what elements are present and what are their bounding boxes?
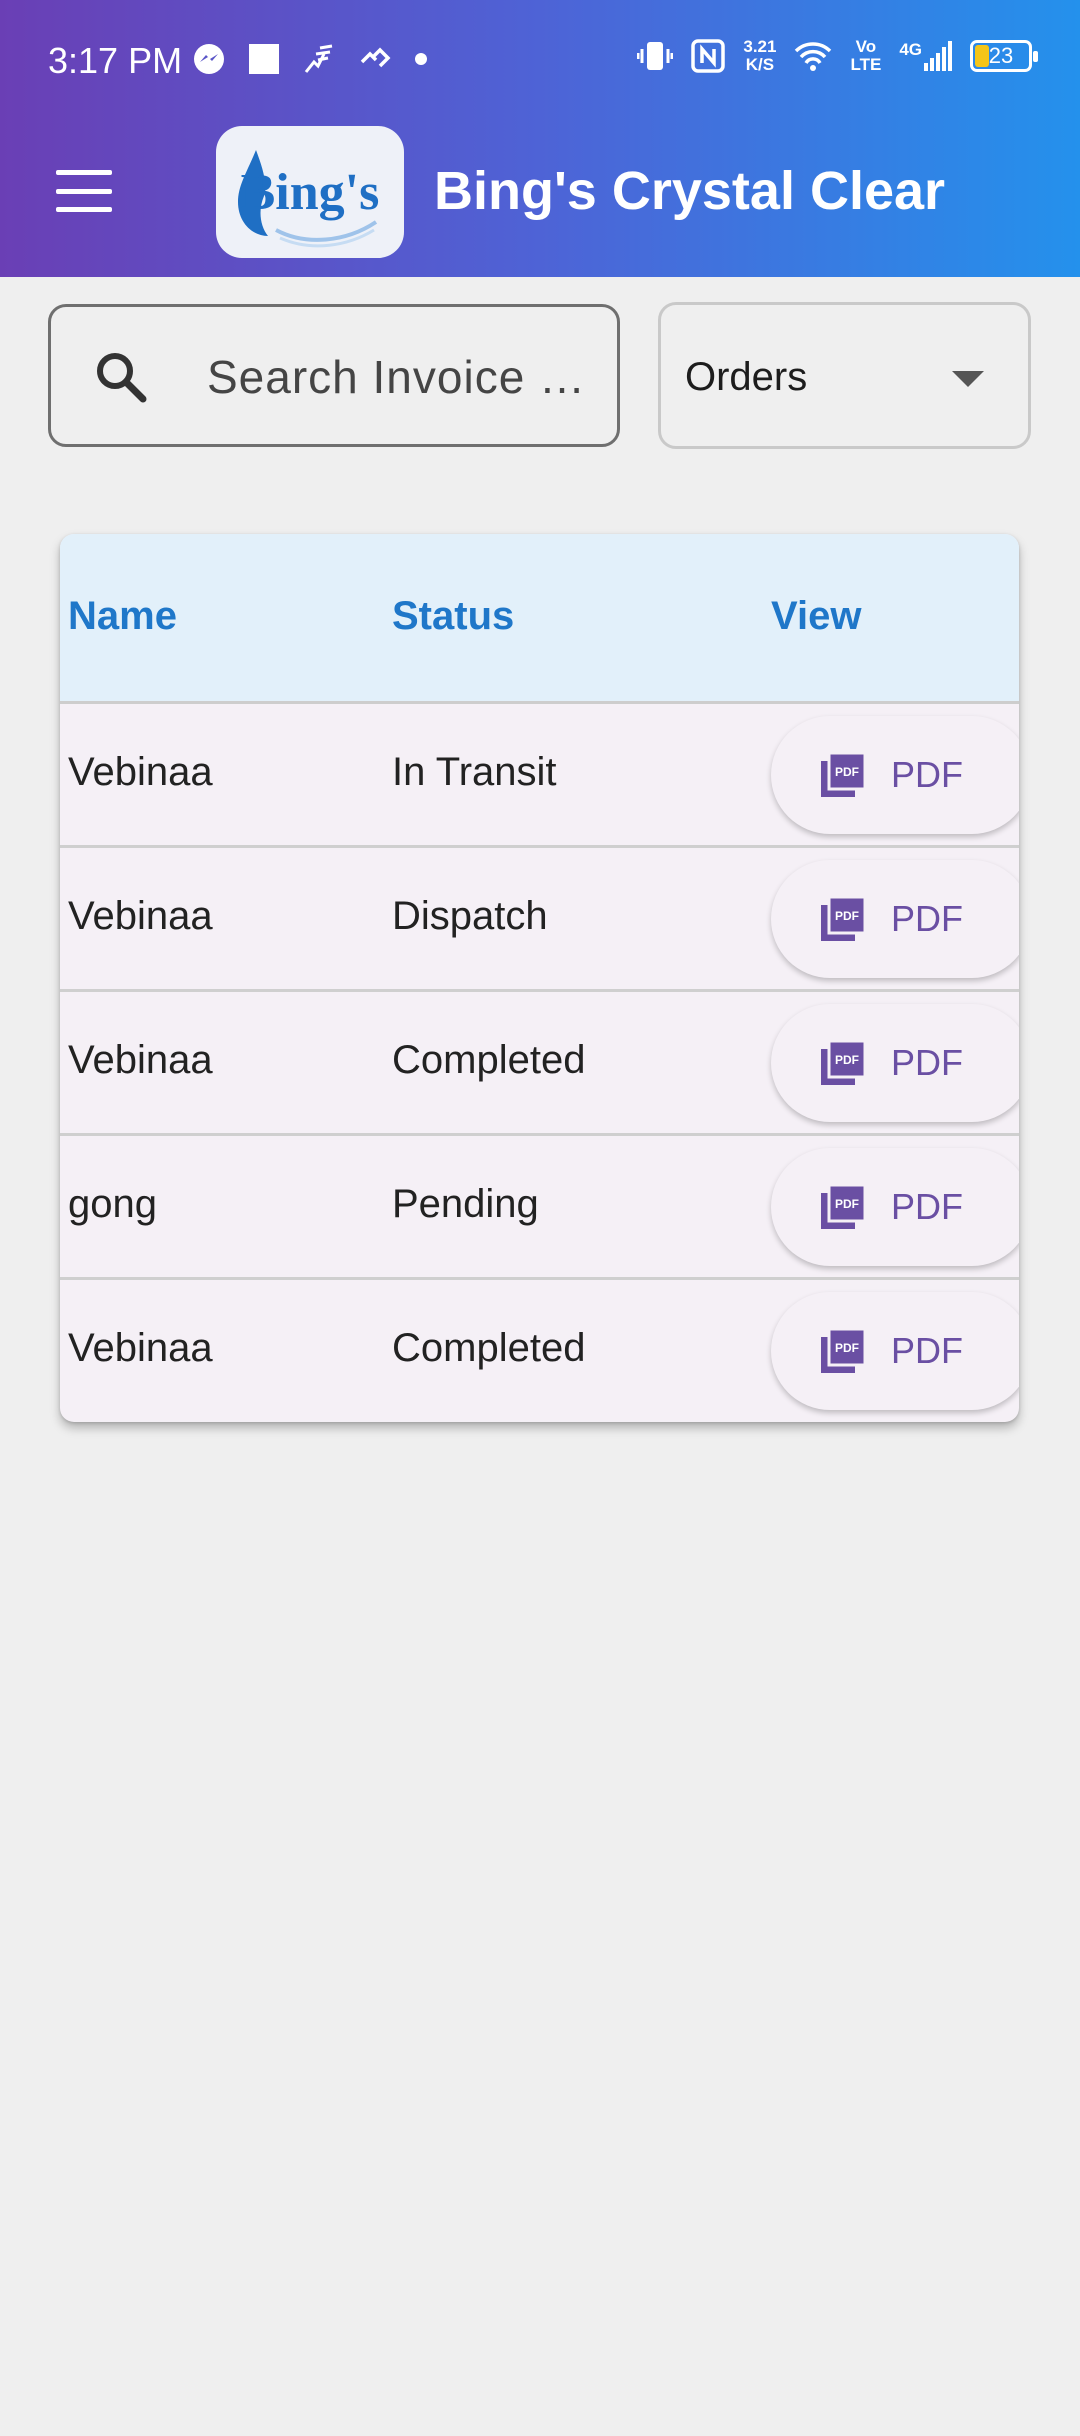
pdf-icon: PDF: [821, 1329, 865, 1373]
pdf-icon: PDF: [821, 1041, 865, 1085]
link-icon: [360, 47, 391, 68]
search-icon: [97, 353, 147, 403]
cell-status: Completed: [392, 1326, 586, 1370]
table-row: Vebinaa Completed PDF PDF: [60, 1280, 1019, 1422]
status-bar: 3:17 PM 3.21 K/S Vo LTE 4G 23: [0, 0, 1080, 120]
pdf-icon: PDF: [821, 1185, 865, 1229]
menu-button[interactable]: [56, 170, 112, 212]
volte-indicator: Vo LTE: [850, 38, 881, 74]
search-box[interactable]: [48, 304, 620, 447]
svg-text:PDF: PDF: [835, 909, 859, 923]
hamburger-line: [56, 188, 112, 194]
view-pdf-button[interactable]: PDF PDF: [771, 1292, 1019, 1410]
table-row: Vebinaa Completed PDF PDF: [60, 992, 1019, 1136]
wifi-icon: [795, 42, 832, 71]
table-header: Name Status View: [60, 534, 1019, 704]
network-type: 4G: [899, 40, 922, 59]
cell-name: Vebinaa: [68, 894, 213, 938]
svg-text:PDF: PDF: [835, 765, 859, 779]
battery-level: 23: [988, 43, 1014, 68]
search-input[interactable]: [207, 337, 603, 417]
orders-table: Name Status View Vebinaa In Transit PDF …: [60, 534, 1019, 1422]
logo-text: Bing's: [240, 163, 380, 221]
notification-icons: [192, 42, 428, 76]
table-row: gong Pending PDF PDF: [60, 1136, 1019, 1280]
cell-status: Completed: [392, 1038, 586, 1082]
cell-name: gong: [68, 1182, 157, 1226]
cell-status: In Transit: [392, 750, 557, 794]
signal-icon: [924, 41, 952, 71]
net-speed-value: 3.21: [743, 37, 777, 56]
volte-top: Vo: [855, 37, 877, 56]
view-pdf-button[interactable]: PDF PDF: [771, 716, 1019, 834]
nfc-icon: [691, 39, 726, 73]
pdf-icon: PDF: [821, 753, 865, 797]
column-header-status: Status: [392, 594, 515, 638]
messenger-icon: [194, 44, 224, 74]
pdf-label: PDF: [891, 754, 963, 795]
table-row: Vebinaa In Transit PDF PDF: [60, 704, 1019, 848]
square-icon: [249, 44, 279, 74]
dot-icon: [415, 53, 427, 65]
app-title: Bing's Crystal Clear: [434, 161, 946, 221]
net-speed: 3.21 K/S: [743, 38, 776, 74]
pdf-label: PDF: [891, 1042, 963, 1083]
view-pdf-button[interactable]: PDF PDF: [771, 1004, 1019, 1122]
app-header: 3:17 PM 3.21 K/S Vo LTE 4G 23 Bing's Bin…: [0, 0, 1080, 277]
system-icons: 3.21 K/S Vo LTE 4G 23: [637, 38, 1038, 74]
pdf-label: PDF: [891, 1186, 963, 1227]
cell-name: Vebinaa: [68, 750, 213, 794]
vibrate-icon: [637, 42, 674, 70]
cell-status: Dispatch: [392, 894, 548, 938]
view-pdf-button[interactable]: PDF PDF: [771, 860, 1019, 978]
column-header-name: Name: [68, 594, 177, 638]
svg-text:PDF: PDF: [835, 1197, 859, 1211]
pdf-label: PDF: [891, 1330, 963, 1371]
status-time: 3:17 PM: [48, 40, 183, 81]
svg-text:PDF: PDF: [835, 1053, 859, 1067]
column-header-view: View: [771, 594, 862, 638]
svg-text:PDF: PDF: [835, 1341, 859, 1355]
cell-name: Vebinaa: [68, 1326, 213, 1370]
pdf-icon: PDF: [821, 897, 865, 941]
cell-name: Vebinaa: [68, 1038, 213, 1082]
caret-down-icon: [952, 371, 984, 387]
filter-selected: Orders: [685, 355, 808, 399]
filter-dropdown[interactable]: Orders: [658, 302, 1031, 449]
hamburger-line: [56, 207, 112, 212]
pdf-label: PDF: [891, 898, 963, 939]
view-pdf-button[interactable]: PDF PDF: [771, 1148, 1019, 1266]
cell-status: Pending: [392, 1182, 539, 1226]
app-logo: Bing's: [216, 126, 404, 258]
table-row: Vebinaa Dispatch PDF PDF: [60, 848, 1019, 992]
signal-group: 4G: [899, 41, 952, 71]
battery-icon: 23: [970, 40, 1038, 72]
volte-bottom: LTE: [850, 55, 882, 74]
net-speed-unit: K/S: [745, 55, 775, 74]
hamburger-line: [56, 170, 112, 175]
fitness-icon: [304, 44, 333, 73]
